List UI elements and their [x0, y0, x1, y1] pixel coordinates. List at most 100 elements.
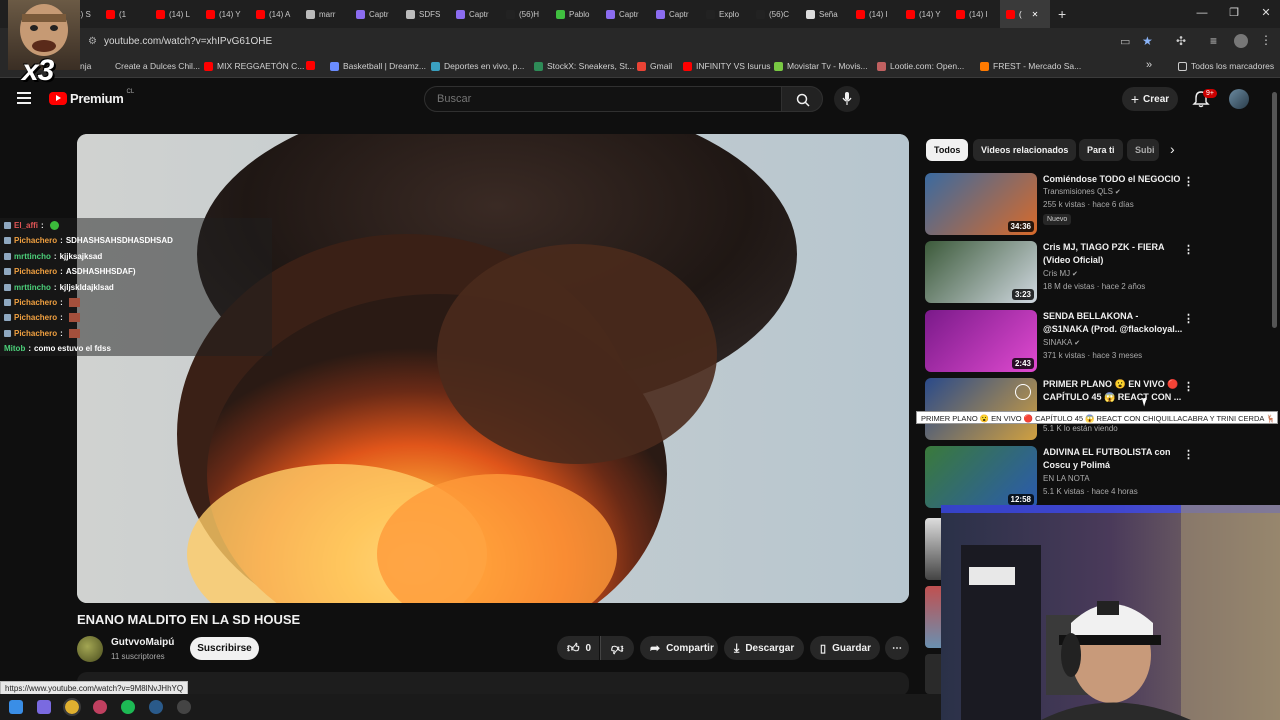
- video-player[interactable]: [77, 134, 909, 603]
- more-options-icon[interactable]: ⋮: [1183, 448, 1194, 462]
- recommended-video[interactable]: PRIMER PLANO 😮 EN VIVO 🔴 CAPÍTULO 45 😱 R…: [925, 378, 1265, 440]
- recommended-video[interactable]: 12:58 ADIVINA EL FUTBOLISTA con Coscu y P…: [925, 446, 1265, 508]
- url-field[interactable]: youtube.com/watch?v=xhIPvG61OHE: [104, 36, 272, 47]
- chip-for-you[interactable]: Para ti: [1079, 139, 1123, 161]
- new-tab-button[interactable]: +: [1058, 6, 1066, 22]
- download-button[interactable]: ⤓ Descargar: [724, 636, 804, 660]
- browser-tab[interactable]: marr: [300, 0, 350, 28]
- browser-tab[interactable]: (1: [100, 0, 150, 28]
- recommended-video[interactable]: 3:23 Cris MJ, TIAGO PZK - FIERA (Video Of…: [925, 241, 1265, 303]
- video-thumbnail[interactable]: 12:58: [925, 446, 1037, 508]
- all-bookmarks-button[interactable]: Todos los marcadores: [1178, 61, 1274, 71]
- browser-tab[interactable]: Explo: [700, 0, 750, 28]
- browser-tab[interactable]: (14) Y: [900, 0, 950, 28]
- bookmark-item[interactable]: MIX REGGAETÓN C...: [204, 61, 304, 71]
- chip-uploaded[interactable]: Subi: [1127, 139, 1159, 161]
- recommended-title[interactable]: SENDA BELLAKONA - @S1NAKA (Prod. @flacko…: [1043, 310, 1183, 336]
- recommended-video[interactable]: 2:43 SENDA BELLAKONA - @S1NAKA (Prod. @fl…: [925, 310, 1265, 372]
- browser-tab[interactable]: (56)H: [500, 0, 550, 28]
- search-button[interactable]: [781, 86, 823, 112]
- copilot-icon[interactable]: [37, 700, 51, 714]
- partial-thumbnail[interactable]: [925, 654, 941, 694]
- recommended-channel[interactable]: EN LA NOTA: [1043, 474, 1090, 483]
- browser-tab[interactable]: Seña: [800, 0, 850, 28]
- opera-icon[interactable]: [93, 700, 107, 714]
- browser-tab[interactable]: (14) Y: [200, 0, 250, 28]
- bookmark-item[interactable]: Movistar Tv - Movis...: [774, 61, 868, 71]
- close-tab-icon[interactable]: ✕: [1032, 10, 1039, 19]
- bookmark-item[interactable]: Basketball | Dreamz...: [330, 61, 426, 71]
- browser-tab[interactable]: (14) I: [950, 0, 1000, 28]
- video-thumbnail[interactable]: 34:36: [925, 173, 1037, 235]
- chip-all[interactable]: Todos: [926, 139, 969, 161]
- windows-start-icon[interactable]: [9, 700, 23, 714]
- site-info-icon[interactable]: ⚙: [88, 36, 97, 47]
- recommended-title[interactable]: PRIMER PLANO 😮 EN VIVO 🔴 CAPÍTULO 45 😱 R…: [1043, 378, 1183, 404]
- browser-tab[interactable]: Pablo: [550, 0, 600, 28]
- bookmark-item[interactable]: Gmail: [637, 61, 672, 71]
- more-options-icon[interactable]: ⋮: [1183, 380, 1194, 394]
- video-thumbnail[interactable]: [925, 378, 1037, 440]
- recommended-channel[interactable]: SINAKA ✔: [1043, 338, 1080, 347]
- extensions-icon[interactable]: ✣: [1176, 34, 1186, 48]
- bookmark-item[interactable]: INFINITY VS Isurus: [683, 61, 770, 71]
- chip-related[interactable]: Videos relacionados: [973, 139, 1077, 161]
- more-options-icon[interactable]: ⋮: [1183, 312, 1194, 326]
- recommended-title[interactable]: ADIVINA EL FUTBOLISTA con Coscu y Polimá: [1043, 446, 1183, 472]
- youtube-logo[interactable]: Premium CL: [49, 89, 134, 106]
- browser-tab[interactable]: Captr: [450, 0, 500, 28]
- hamburger-menu-icon[interactable]: [17, 92, 31, 104]
- like-button[interactable]: 👍︎ 0: [557, 636, 599, 660]
- media-controls-icon[interactable]: ≡: [1210, 34, 1217, 48]
- recommended-channel[interactable]: Cris MJ ✔: [1043, 269, 1078, 278]
- partial-thumbnail[interactable]: [925, 518, 941, 580]
- browser-tab[interactable]: (14) L: [150, 0, 200, 28]
- browser-tab[interactable]: (14) A: [250, 0, 300, 28]
- more-actions-button[interactable]: ⋯: [885, 636, 909, 660]
- browser-menu-icon[interactable]: ⋮: [1260, 33, 1272, 47]
- channel-avatar[interactable]: [77, 636, 103, 662]
- minimize-button[interactable]: —: [1187, 4, 1217, 22]
- spotify-icon[interactable]: [121, 700, 135, 714]
- bookmark-item[interactable]: FREST - Mercado Sa...: [980, 61, 1081, 71]
- page-scrollbar[interactable]: [1272, 92, 1277, 328]
- bookmark-item[interactable]: Create a Dulces Chil...: [102, 61, 200, 71]
- recommended-channel[interactable]: Transmisiones QLS ✔: [1043, 187, 1121, 196]
- video-thumbnail[interactable]: 3:23: [925, 241, 1037, 303]
- description-box[interactable]: [77, 672, 909, 696]
- chevron-right-icon[interactable]: ›: [1170, 141, 1175, 157]
- bookmarks-overflow-button[interactable]: »: [1146, 59, 1152, 71]
- partial-thumbnail[interactable]: [925, 586, 941, 648]
- channel-name[interactable]: GutvvoMaipú: [111, 637, 174, 648]
- bookmark-item[interactable]: nja: [80, 61, 91, 71]
- save-button[interactable]: ▯ Guardar: [810, 636, 880, 660]
- video-thumbnail[interactable]: 2:43: [925, 310, 1037, 372]
- browser-tab[interactable]: Captr: [650, 0, 700, 28]
- voice-search-button[interactable]: [834, 86, 860, 112]
- browser-tab[interactable]: (56)C: [750, 0, 800, 28]
- browser-tab[interactable]: Captr: [600, 0, 650, 28]
- cast-icon[interactable]: ▭: [1120, 35, 1130, 48]
- bookmark-item[interactable]: Deportes en vivo, p...: [431, 61, 524, 71]
- restore-button[interactable]: ❐: [1219, 4, 1249, 22]
- share-button[interactable]: ➦ Compartir: [640, 636, 718, 660]
- dislike-button[interactable]: 👍︎: [600, 636, 634, 660]
- browser-tab[interactable]: (✕: [1000, 0, 1050, 28]
- subscribe-button[interactable]: Suscribirse: [190, 637, 259, 660]
- create-button[interactable]: + Crear: [1122, 87, 1178, 111]
- steam-icon[interactable]: [149, 700, 163, 714]
- browser-tab[interactable]: (14) I: [850, 0, 900, 28]
- watch-later-icon[interactable]: [1015, 384, 1031, 400]
- more-options-icon[interactable]: ⋮: [1183, 175, 1194, 189]
- recommended-title[interactable]: Comiéndose TODO el NEGOCIO: [1043, 173, 1183, 186]
- recommended-video[interactable]: 34:36 Comiéndose TODO el NEGOCIO Transmisi…: [925, 173, 1265, 235]
- browser-tab[interactable]: Captr: [350, 0, 400, 28]
- bookmark-item[interactable]: [306, 61, 319, 70]
- more-options-icon[interactable]: ⋮: [1183, 243, 1194, 257]
- bookmark-item[interactable]: StockX: Sneakers, St...: [534, 61, 634, 71]
- user-avatar[interactable]: [1229, 89, 1249, 109]
- bookmark-star-icon[interactable]: ★: [1142, 34, 1153, 48]
- search-input[interactable]: [425, 87, 765, 111]
- obs-icon[interactable]: [177, 700, 191, 714]
- profile-icon[interactable]: [1234, 34, 1248, 48]
